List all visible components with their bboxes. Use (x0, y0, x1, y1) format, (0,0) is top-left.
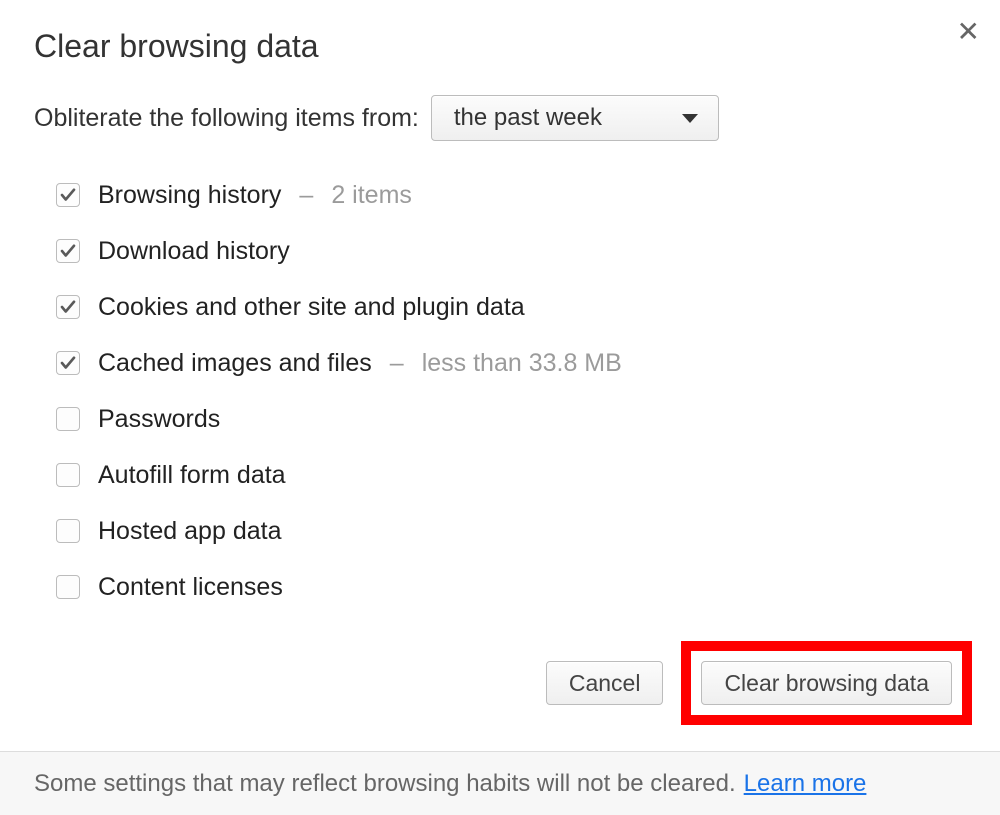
option-checkbox[interactable] (56, 351, 80, 375)
footer-text: Some settings that may reflect browsing … (34, 770, 736, 798)
option-hint: 2 items (331, 181, 412, 210)
option-separator: – (390, 349, 404, 378)
option-row: Hosted app data (56, 503, 966, 559)
option-checkbox[interactable] (56, 239, 80, 263)
clear-button-label: Clear browsing data (724, 670, 929, 697)
option-row: Content licenses (56, 559, 966, 615)
option-checkbox[interactable] (56, 519, 80, 543)
chevron-down-icon (682, 114, 698, 123)
option-label: Browsing history (98, 181, 281, 210)
option-checkbox[interactable] (56, 183, 80, 207)
learn-more-link[interactable]: Learn more (744, 770, 867, 798)
dialog-title: Clear browsing data (0, 0, 1000, 95)
clear-browsing-data-button[interactable]: Clear browsing data (701, 661, 952, 705)
option-label: Autofill form data (98, 461, 286, 490)
dialog-footer: Some settings that may reflect browsing … (0, 751, 1000, 815)
option-checkbox[interactable] (56, 295, 80, 319)
option-separator: – (299, 181, 313, 210)
primary-highlight-box: Clear browsing data (681, 641, 972, 725)
option-label: Passwords (98, 405, 220, 434)
time-range-select[interactable]: the past week (431, 95, 719, 141)
close-icon[interactable]: ✕ (957, 18, 980, 46)
cancel-button-label: Cancel (569, 670, 641, 697)
option-row: Cookies and other site and plugin data (56, 279, 966, 335)
option-row: Cached images and files–less than 33.8 M… (56, 335, 966, 391)
option-checkbox[interactable] (56, 463, 80, 487)
option-hint: less than 33.8 MB (422, 349, 622, 378)
options-list: Browsing history–2 itemsDownload history… (0, 167, 1000, 615)
option-row: Browsing history–2 items (56, 167, 966, 223)
time-range-label: Obliterate the following items from: (34, 104, 419, 133)
time-range-row: Obliterate the following items from: the… (0, 95, 1000, 167)
option-label: Content licenses (98, 573, 283, 602)
cancel-button[interactable]: Cancel (546, 661, 664, 705)
option-label: Cached images and files (98, 349, 372, 378)
clear-browsing-data-dialog: ✕ Clear browsing data Obliterate the fol… (0, 0, 1000, 815)
time-range-value: the past week (454, 104, 602, 132)
dialog-button-row: Cancel Clear browsing data (0, 615, 1000, 755)
option-checkbox[interactable] (56, 575, 80, 599)
option-label: Hosted app data (98, 517, 281, 546)
option-row: Download history (56, 223, 966, 279)
option-row: Passwords (56, 391, 966, 447)
option-label: Cookies and other site and plugin data (98, 293, 525, 322)
option-checkbox[interactable] (56, 407, 80, 431)
option-label: Download history (98, 237, 290, 266)
option-row: Autofill form data (56, 447, 966, 503)
